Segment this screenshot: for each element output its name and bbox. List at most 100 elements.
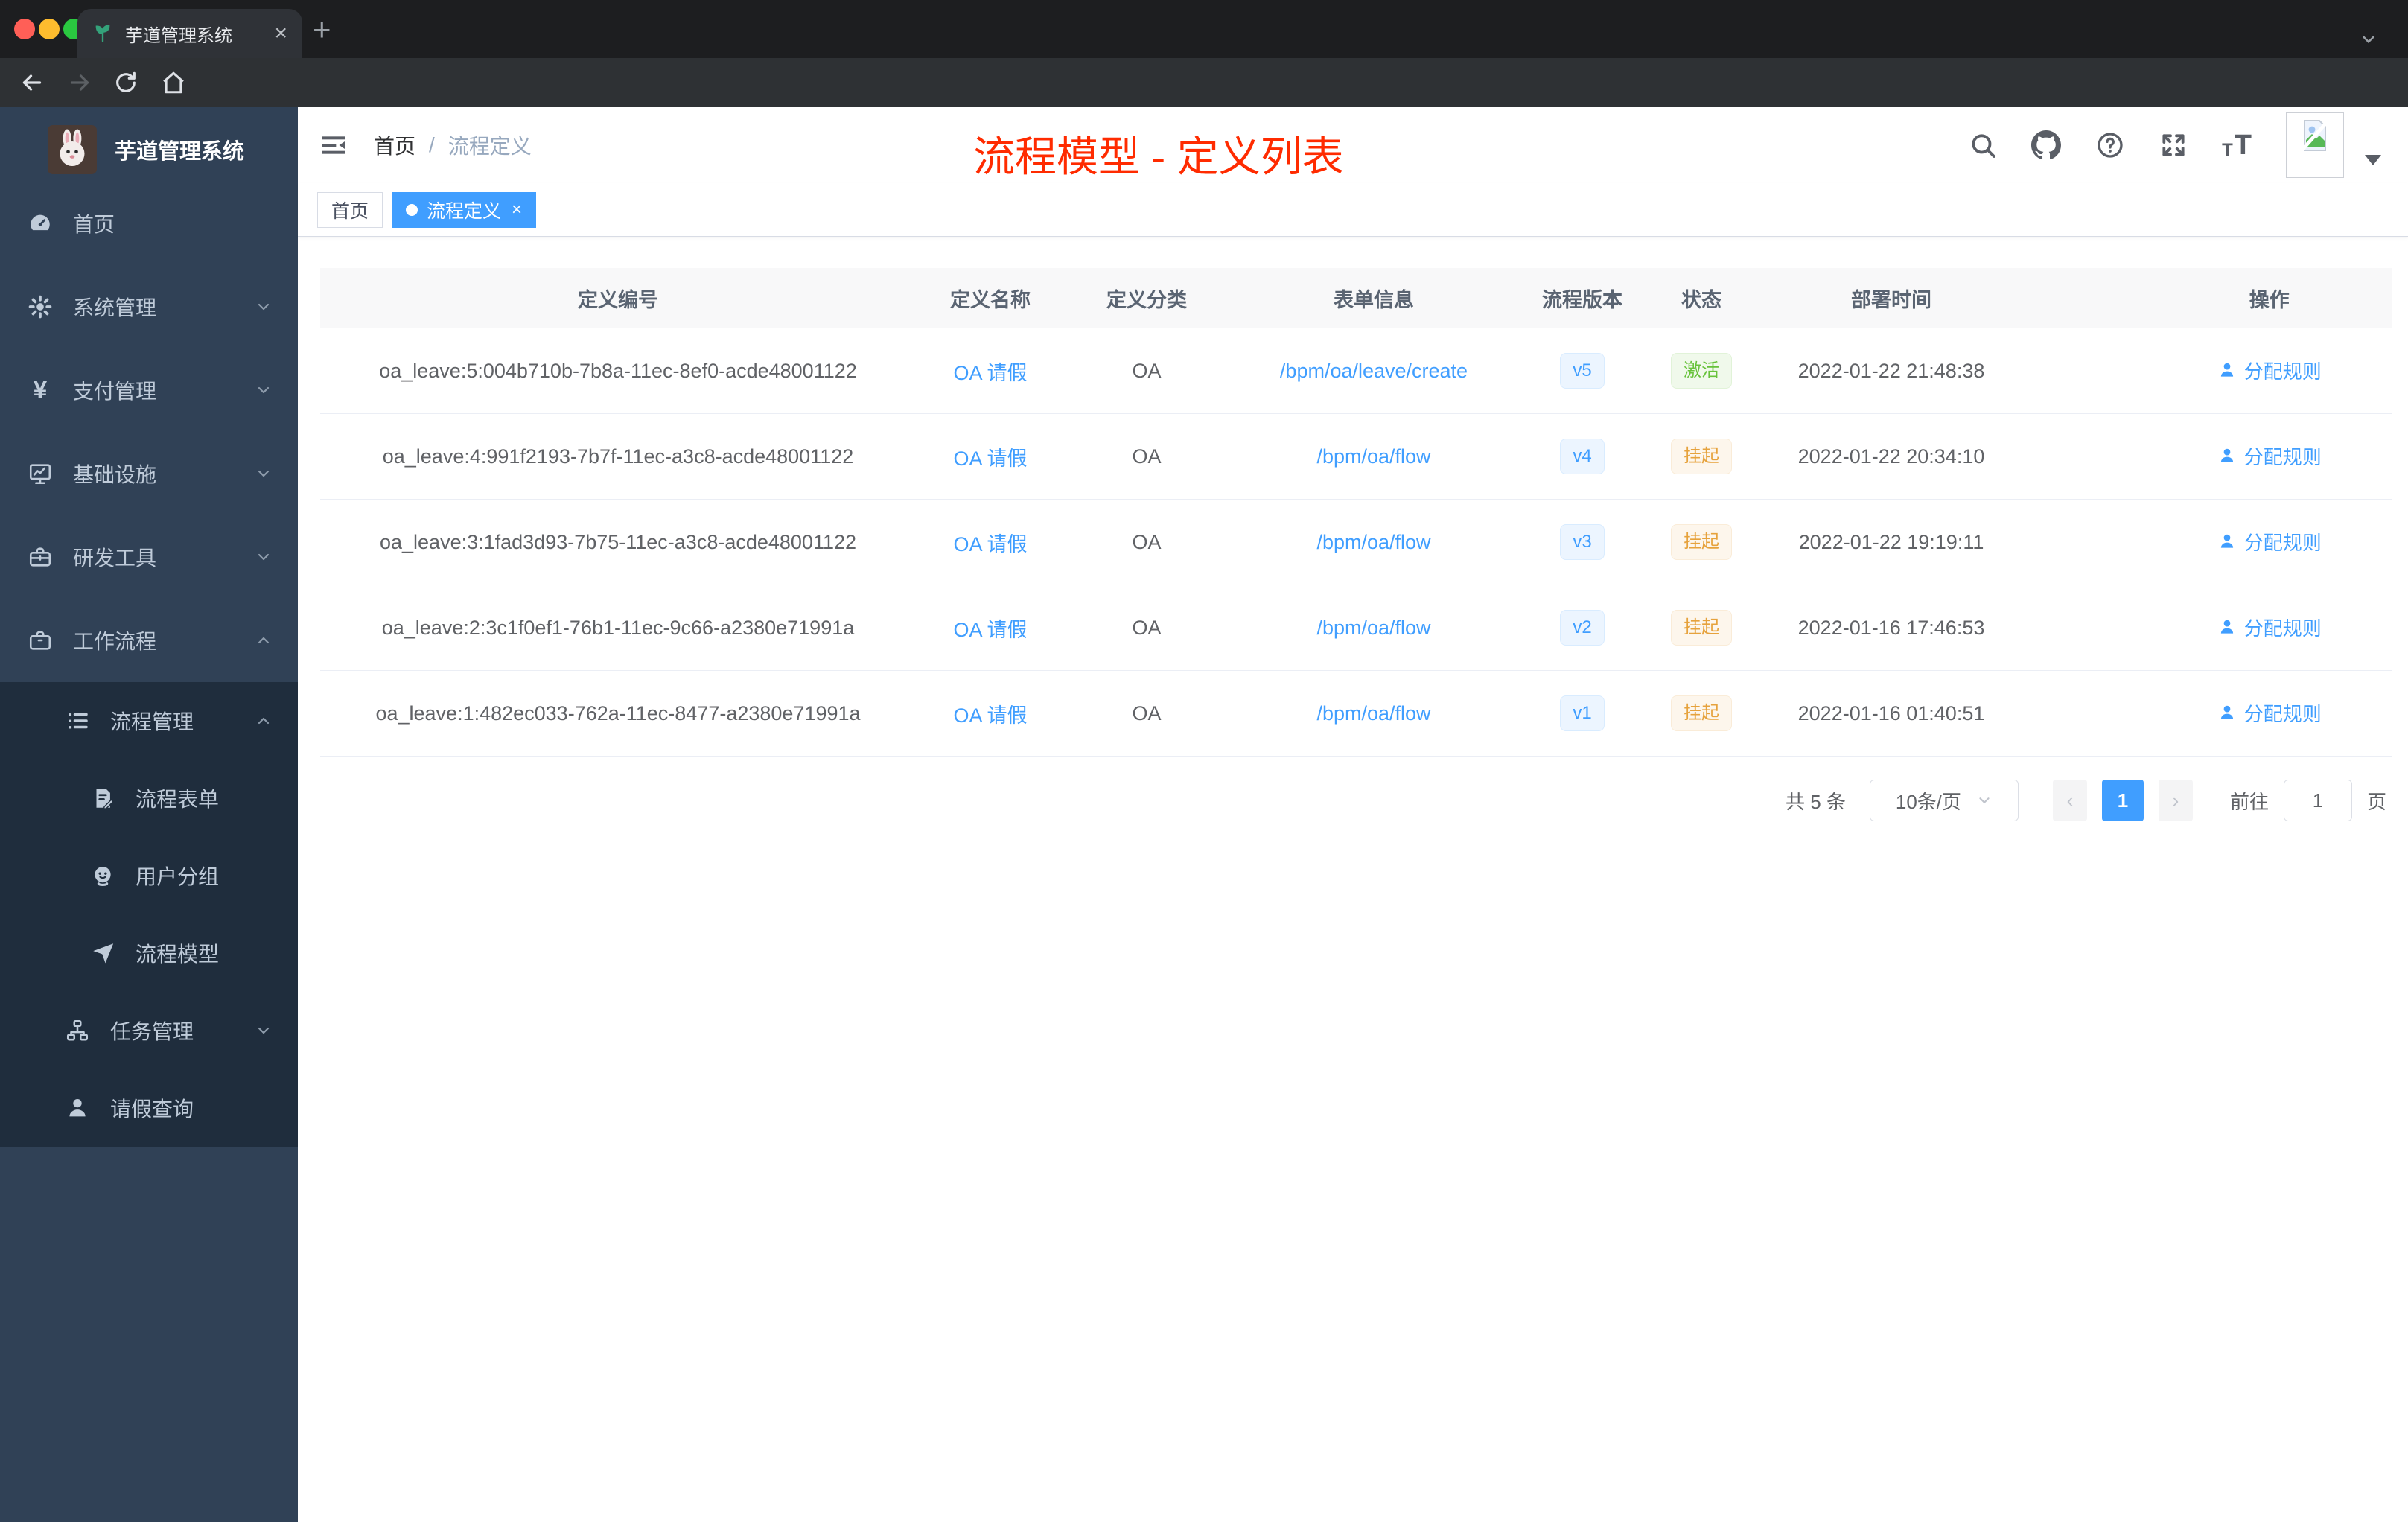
sidebar-item-briefcase[interactable]: 工作流程 (0, 599, 298, 682)
cell-process-version: v4 (1519, 413, 1646, 500)
macos-minimize-button[interactable] (39, 19, 60, 39)
goto-page-input[interactable]: 1 (2283, 780, 2352, 821)
cell-action[interactable]: 分配规则 (2146, 585, 2392, 671)
avatar-dropdown-caret-icon[interactable] (2365, 155, 2381, 165)
github-icon[interactable] (2031, 130, 2062, 160)
avatar[interactable] (2286, 112, 2344, 178)
form-info-link[interactable]: /bpm/oa/flow (1316, 702, 1430, 725)
cell-action[interactable]: 分配规则 (2146, 670, 2392, 757)
cell-status: 挂起 (1646, 670, 1757, 757)
cell-form-info[interactable]: /bpm/oa/flow (1229, 585, 1519, 671)
version-badge: v2 (1560, 610, 1605, 646)
form-info-link[interactable]: /bpm/oa/flow (1316, 445, 1430, 468)
definition-name-link[interactable]: OA 请假 (953, 362, 1027, 384)
cell-filler (2025, 413, 2147, 500)
sidebar-item-person[interactable]: 请假查询 (0, 1069, 298, 1147)
tag-close-icon[interactable]: × (512, 200, 522, 220)
sidebar-item-label: 系统管理 (73, 296, 157, 319)
sidebar-item-label: 首页 (73, 213, 115, 236)
screen: 芋道管理系统 × + 不安全 dashboard.yudao.iocoder.c… (0, 0, 2408, 1522)
definition-name-link[interactable]: OA 请假 (953, 533, 1027, 555)
cell-definition-name[interactable]: OA 请假 (916, 499, 1065, 585)
form-info-link[interactable]: /bpm/oa/leave/create (1280, 360, 1468, 382)
cell-action[interactable]: 分配规则 (2146, 328, 2392, 414)
macos-close-button[interactable] (14, 19, 35, 39)
search-icon[interactable] (1969, 131, 1997, 159)
back-icon[interactable] (16, 67, 48, 98)
help-icon[interactable] (2095, 130, 2125, 160)
fullscreen-icon[interactable] (2159, 131, 2188, 159)
forward-icon[interactable] (64, 67, 95, 98)
table-header-row: 定义编号 定义名称 定义分类 表单信息 流程版本 状态 部署时间 操作 (320, 268, 2392, 328)
definition-name-link[interactable]: OA 请假 (953, 619, 1027, 641)
cell-definition-name[interactable]: OA 请假 (916, 328, 1065, 414)
sidebar-item-monitor[interactable]: 基础设施 (0, 432, 298, 515)
sidebar-item-user-group[interactable]: 用户分组 (0, 837, 298, 914)
home-icon[interactable] (158, 67, 189, 98)
cell-deploy-time: 2022-01-16 17:46:53 (1757, 585, 2025, 671)
sidebar-item-toolbox[interactable]: 研发工具 (0, 515, 298, 599)
cell-status: 挂起 (1646, 585, 1757, 671)
tab-search-chevron-icon[interactable] (2359, 30, 2378, 49)
cell-form-info[interactable]: /bpm/oa/flow (1229, 670, 1519, 757)
pagination: 共 5 条 10条/页 ‹ 1 › 前往 1 页 (1786, 780, 2386, 821)
page-size-select[interactable]: 10条/页 (1869, 780, 2019, 821)
assign-rule-link[interactable]: 分配规则 (2217, 357, 2322, 384)
tab-close-icon[interactable]: × (274, 22, 287, 45)
assign-rule-link[interactable]: 分配规则 (2217, 699, 2322, 727)
user-icon (2217, 703, 2237, 722)
person-icon (63, 1095, 92, 1121)
definition-name-link[interactable]: OA 请假 (953, 448, 1027, 470)
form-info-link[interactable]: /bpm/oa/flow (1316, 617, 1430, 639)
cell-definition-name[interactable]: OA 请假 (916, 413, 1065, 500)
browser-toolbar: 不安全 dashboard.yudao.iocoder.cn /bpm/mana… (0, 58, 2408, 162)
column-header: 部署时间 (1757, 268, 2025, 328)
cell-form-info[interactable]: /bpm/oa/flow (1229, 413, 1519, 500)
cell-definition-name[interactable]: OA 请假 (916, 670, 1065, 757)
sidebar-item-gear[interactable]: 系统管理 (0, 265, 298, 348)
cell-process-version: v3 (1519, 499, 1646, 585)
sidebar-logo[interactable]: 芋道管理系统 (0, 107, 298, 174)
reload-icon[interactable] (110, 67, 141, 98)
new-tab-button[interactable]: + (313, 12, 331, 48)
cell-status: 挂起 (1646, 499, 1757, 585)
definition-name-link[interactable]: OA 请假 (953, 704, 1027, 727)
sidebar-item-paper-plane[interactable]: 流程模型 (0, 914, 298, 992)
current-page-button[interactable]: 1 (2101, 780, 2144, 821)
user-icon (2217, 446, 2237, 465)
column-header: 流程版本 (1519, 268, 1646, 328)
assign-rule-link[interactable]: 分配规则 (2217, 528, 2322, 555)
cell-action[interactable]: 分配规则 (2146, 499, 2392, 585)
tag-active[interactable]: 流程定义 × (392, 191, 537, 228)
sidebar-item-dashboard[interactable]: 首页 (0, 182, 298, 265)
briefcase-icon (25, 628, 55, 653)
cell-definition-name[interactable]: OA 请假 (916, 585, 1065, 671)
cell-form-info[interactable]: /bpm/oa/leave/create (1229, 328, 1519, 414)
app-title: 芋道管理系统 (115, 140, 245, 164)
browser-tab[interactable]: 芋道管理系统 × (77, 9, 302, 58)
sidebar-item-yen[interactable]: ¥ 支付管理 (0, 348, 298, 432)
next-page-button[interactable]: › (2158, 780, 2193, 821)
assign-rule-link[interactable]: 分配规则 (2217, 614, 2322, 641)
cell-form-info[interactable]: /bpm/oa/flow (1229, 499, 1519, 585)
sidebar-item-label: 支付管理 (73, 380, 157, 403)
assign-rule-link[interactable]: 分配规则 (2217, 442, 2322, 470)
pagination-goto: 前往 1 页 (2230, 780, 2386, 821)
sidebar-item-tasks[interactable]: 任务管理 (0, 992, 298, 1069)
pagination-total: 共 5 条 (1786, 790, 1846, 813)
sidebar-item-form[interactable]: 流程表单 (0, 760, 298, 837)
chevron-down-icon (255, 465, 273, 483)
form-info-link[interactable]: /bpm/oa/flow (1316, 531, 1430, 553)
table-body: oa_leave:5:004b710b-7b8a-11ec-8ef0-acde4… (320, 328, 2392, 757)
prev-page-button[interactable]: ‹ (2052, 780, 2087, 821)
sidebar-item-list[interactable]: 流程管理 (0, 682, 298, 760)
hamburger-icon[interactable] (319, 130, 348, 160)
tag-item[interactable]: 首页 (317, 191, 383, 228)
font-size-icon[interactable]: TT (2222, 131, 2252, 159)
chevron-up-icon (255, 712, 273, 730)
sidebar: 芋道管理系统 首页系统管理 ¥ 支付管理 基础设施 研发工具 工作流程 流程管理 流程表单 用户… (0, 107, 298, 1522)
column-header: 操作 (2146, 268, 2392, 328)
breadcrumb-home[interactable]: 首页 (374, 130, 415, 160)
cell-action[interactable]: 分配规则 (2146, 413, 2392, 500)
column-header: 表单信息 (1229, 268, 1519, 328)
